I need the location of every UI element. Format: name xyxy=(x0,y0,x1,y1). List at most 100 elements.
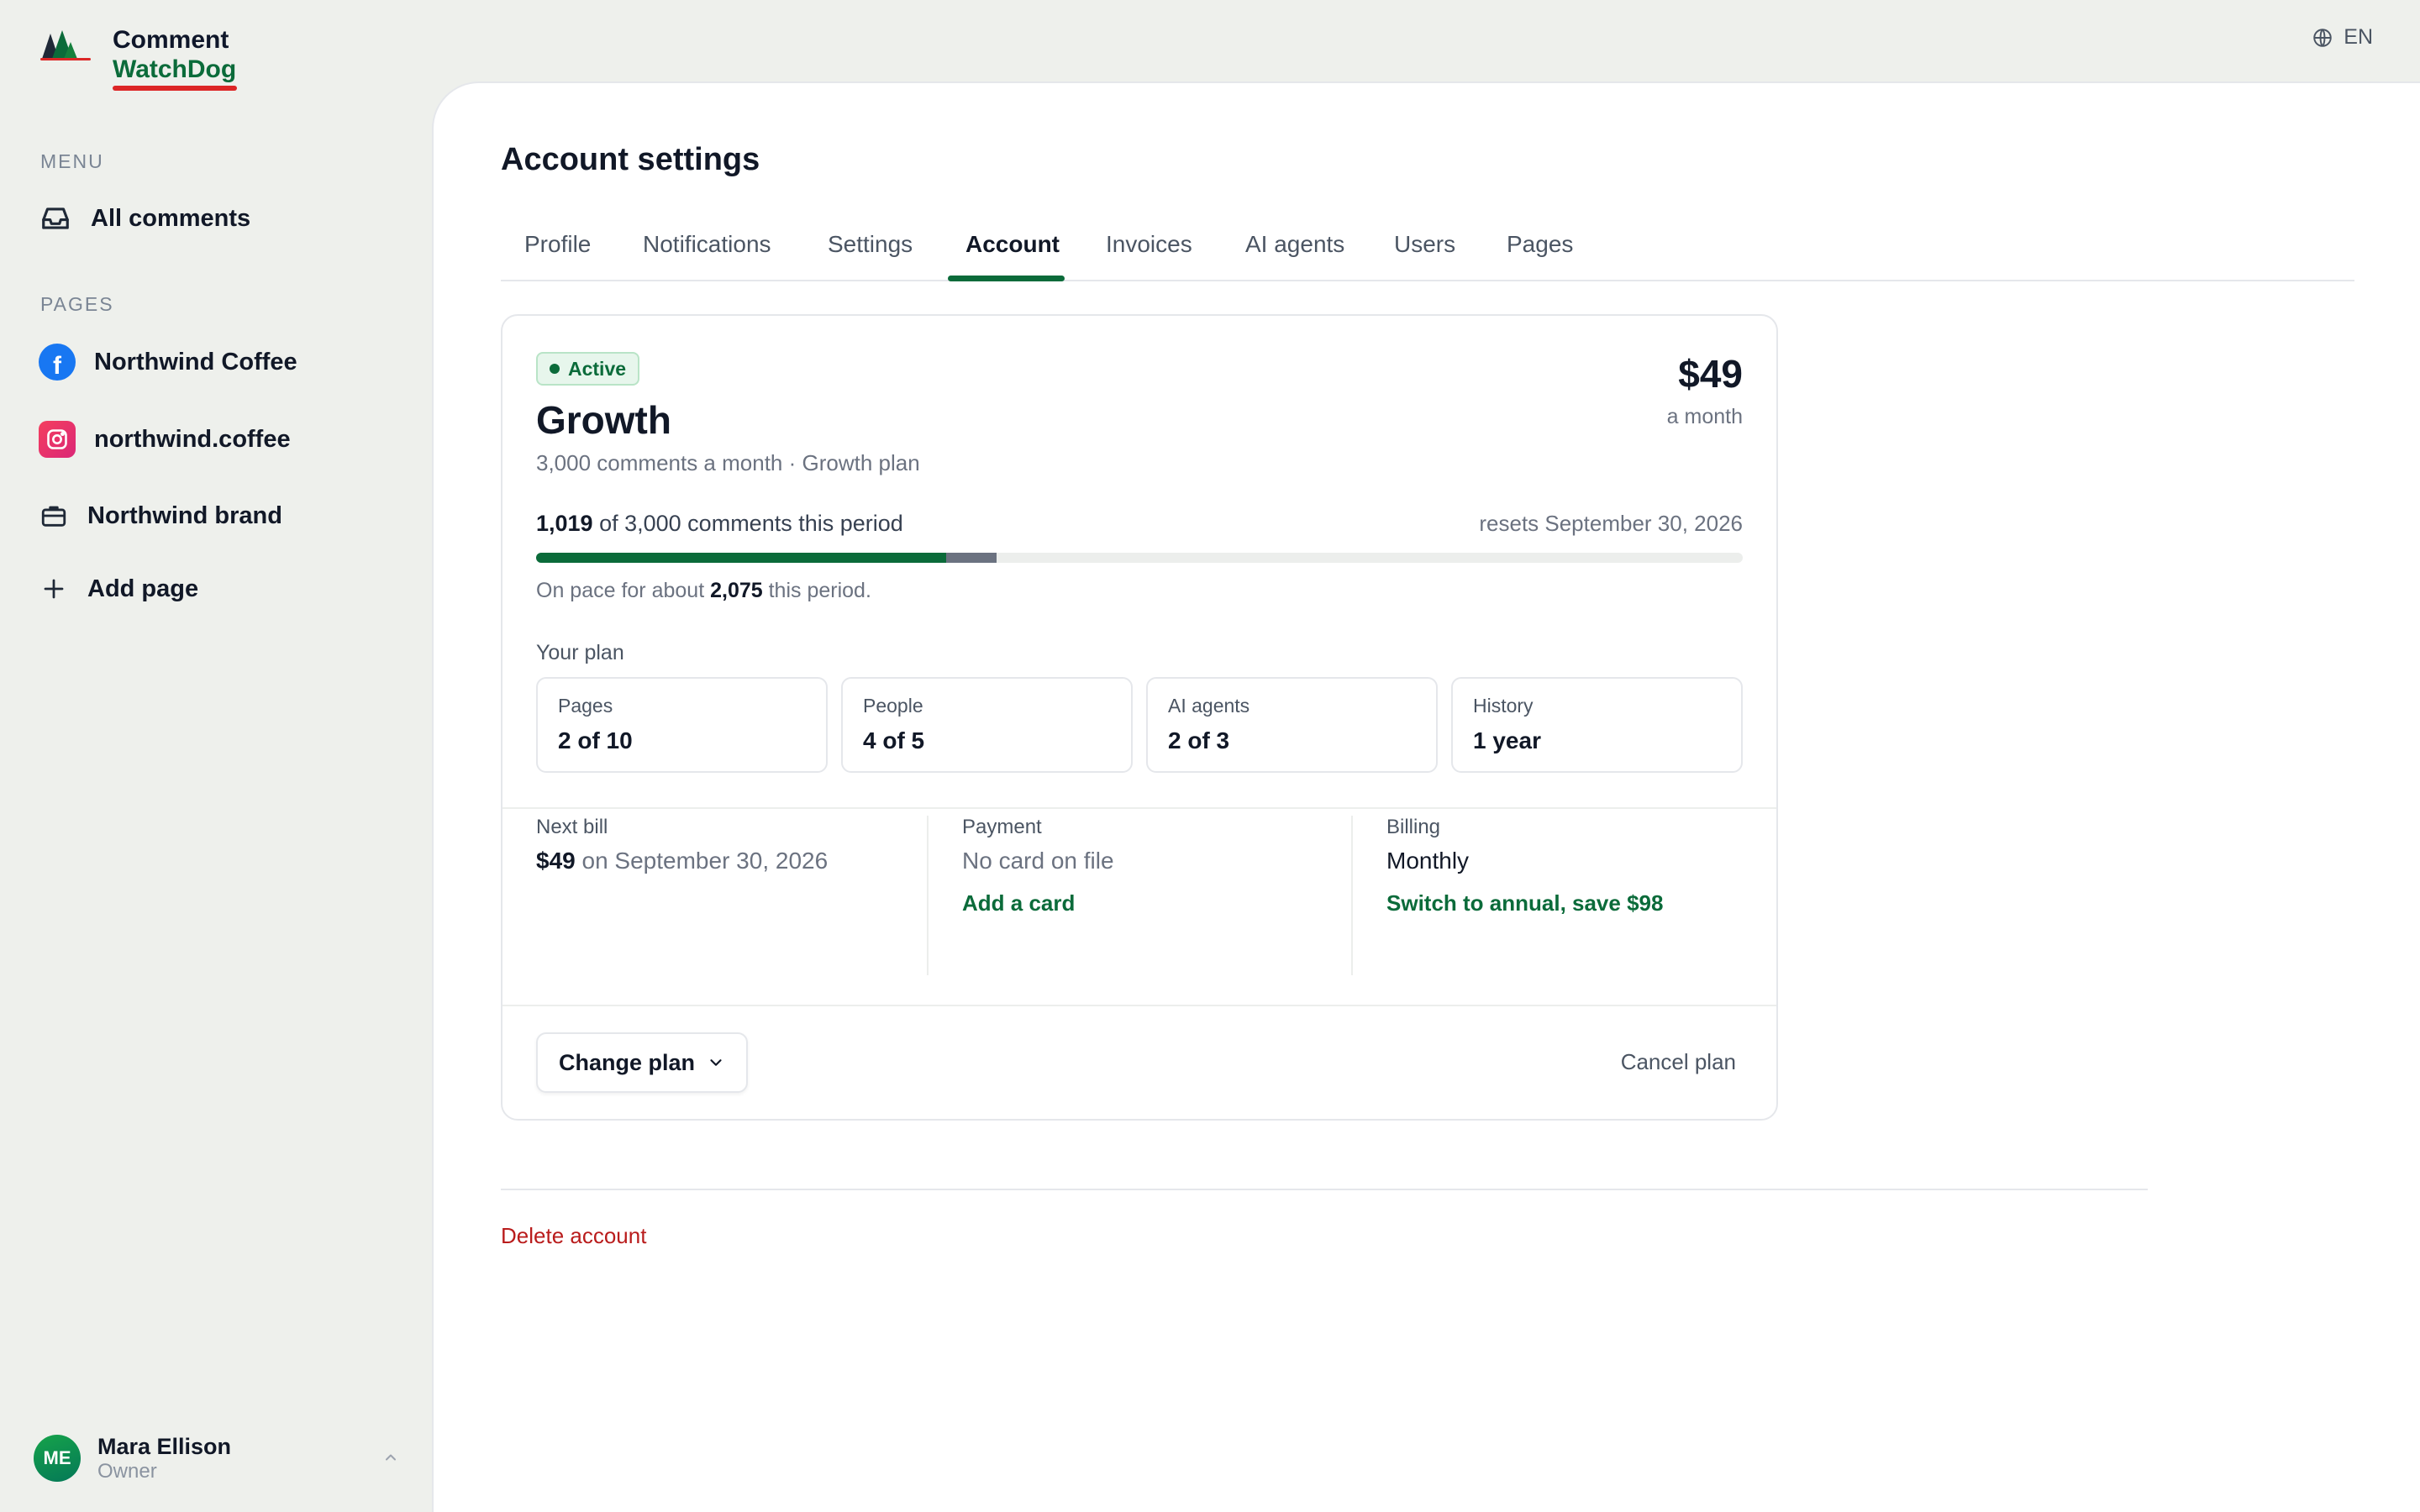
your-plan-label: Your plan xyxy=(536,641,624,664)
usage-reset-date: resets September 30, 2026 xyxy=(1479,511,1743,536)
brand-line1: Comment xyxy=(113,26,229,54)
menu-section-label: MENU xyxy=(40,150,104,172)
stat-pages: Pages 2 of 10 xyxy=(536,677,828,773)
stat-ai-agents: AI agents 2 of 3 xyxy=(1146,677,1438,773)
cancel-plan-button[interactable]: Cancel plan xyxy=(1621,1049,1736,1075)
delete-account-button[interactable]: Delete account xyxy=(501,1223,646,1249)
settings-tabs: Profile Notifications Settings Account I… xyxy=(501,224,2354,281)
tab-profile[interactable]: Profile xyxy=(524,231,591,258)
globe-icon xyxy=(2313,28,2332,47)
usage-text: of 3,000 comments this period xyxy=(599,511,903,536)
pages-section-label: PAGES xyxy=(40,293,114,315)
stat-label: Pages xyxy=(558,695,613,717)
usage-progress-used xyxy=(536,553,946,563)
main-panel: Account settings Profile Notifications S… xyxy=(432,81,2420,1512)
chevron-up-icon[interactable] xyxy=(378,1445,403,1470)
payment-label: Payment xyxy=(962,816,1042,838)
pace-prefix: On pace for about xyxy=(536,579,705,602)
stat-label: AI agents xyxy=(1168,695,1250,717)
card-divider xyxy=(502,1005,1776,1006)
stat-value: 2 of 10 xyxy=(558,727,633,753)
status-dot-icon xyxy=(550,364,560,374)
avatar: ME xyxy=(34,1435,81,1482)
status-badge: Active xyxy=(536,352,640,386)
brand-logo[interactable]: Comment WatchDog xyxy=(39,25,237,91)
chevron-down-icon xyxy=(710,1059,722,1066)
user-role: Owner xyxy=(97,1460,157,1483)
sidebar-item-northwind-coffee[interactable]: f Northwind Coffee xyxy=(39,344,297,381)
plan-name: Growth xyxy=(536,398,671,442)
sidebar-item-label: Northwind Coffee xyxy=(94,348,297,375)
pace-estimate: On pace for about 2,075 this period. xyxy=(536,579,871,603)
plan-period: a month xyxy=(1666,405,1743,428)
next-bill-value: $49 on September 30, 2026 xyxy=(536,848,828,874)
brand-wordmark: Comment WatchDog xyxy=(113,25,237,91)
sidebar: Comment WatchDog MENU All comments PAGES… xyxy=(0,0,432,1512)
stat-value: 4 of 5 xyxy=(863,727,925,753)
usage-summary: 1,019 of 3,000 comments this period xyxy=(536,511,903,537)
plan-stats: Pages 2 of 10 People 4 of 5 AI agents 2 … xyxy=(536,677,1743,773)
page-title: Account settings xyxy=(501,142,760,177)
sidebar-item-label: Northwind brand xyxy=(87,501,282,529)
logo-trees-icon xyxy=(40,30,91,60)
tab-pages[interactable]: Pages xyxy=(1507,231,1573,258)
billing-label: Billing xyxy=(1386,816,1441,838)
language-selector[interactable]: EN xyxy=(2312,25,2373,50)
instagram-icon xyxy=(39,421,76,458)
user-info: Mara Ellison Owner xyxy=(97,1433,231,1483)
sidebar-item-label: Add page xyxy=(87,575,199,602)
add-page-button[interactable]: Add page xyxy=(39,572,198,606)
sidebar-item-northwind-instagram[interactable]: northwind.coffee xyxy=(39,421,291,458)
stat-history: History 1 year xyxy=(1451,677,1743,773)
active-tab-indicator xyxy=(948,276,1065,281)
brand-underline xyxy=(113,86,237,91)
sidebar-item-label: northwind.coffee xyxy=(94,425,291,453)
sidebar-item-label: All comments xyxy=(91,204,251,232)
inbox-icon xyxy=(39,202,72,235)
tab-invoices[interactable]: Invoices xyxy=(1106,231,1192,258)
tab-account[interactable]: Account xyxy=(965,231,1060,258)
section-divider xyxy=(501,1189,2148,1190)
briefcase-icon xyxy=(39,499,69,533)
brand-line2: WatchDog xyxy=(113,55,237,83)
tab-settings[interactable]: Settings xyxy=(828,231,913,258)
usage-count: 1,019 xyxy=(536,511,593,536)
change-plan-label: Change plan xyxy=(558,1049,695,1075)
tab-users[interactable]: Users xyxy=(1394,231,1455,258)
payment-section: Payment No card on file Add a card xyxy=(927,816,1351,975)
stat-value: 2 of 3 xyxy=(1168,727,1230,753)
stat-label: People xyxy=(863,695,923,717)
sidebar-item-all-comments[interactable]: All comments xyxy=(39,202,250,235)
next-bill-section: Next bill $49 on September 30, 2026 xyxy=(502,816,927,975)
status-badge-label: Active xyxy=(568,357,627,380)
add-card-link[interactable]: Add a card xyxy=(962,890,1075,916)
next-bill-label: Next bill xyxy=(536,816,608,838)
user-menu[interactable]: ME Mara Ellison Owner xyxy=(34,1433,403,1483)
stat-value: 1 year xyxy=(1473,727,1541,753)
pace-value: 2,075 xyxy=(710,579,763,602)
next-bill-date: on September 30, 2026 xyxy=(581,848,829,874)
change-plan-button[interactable]: Change plan xyxy=(536,1032,748,1093)
next-bill-amount: $49 xyxy=(536,848,576,874)
plan-description: 3,000 comments a month · Growth plan xyxy=(536,450,920,475)
billing-value: Monthly xyxy=(1386,848,1470,874)
pace-suffix: this period. xyxy=(768,579,871,602)
stat-label: History xyxy=(1473,695,1534,717)
switch-annual-link[interactable]: Switch to annual, save $98 xyxy=(1386,890,1663,916)
usage-progress-projected xyxy=(945,553,997,563)
stat-people: People 4 of 5 xyxy=(841,677,1133,773)
plus-icon xyxy=(39,572,69,606)
tab-notifications[interactable]: Notifications xyxy=(643,231,771,258)
sidebar-item-northwind-brand[interactable]: Northwind brand xyxy=(39,499,282,533)
billing-section: Billing Monthly Switch to annual, save $… xyxy=(1351,816,1776,975)
card-divider xyxy=(502,807,1776,809)
usage-progress-bar xyxy=(536,553,1743,563)
app-root: Comment WatchDog MENU All comments PAGES… xyxy=(0,0,2420,1512)
facebook-icon: f xyxy=(39,344,76,381)
plan-card: Active Growth 3,000 comments a month · G… xyxy=(501,314,1778,1121)
user-name: Mara Ellison xyxy=(97,1434,232,1459)
plan-price: $49 xyxy=(1678,352,1743,396)
tab-ai-agents[interactable]: AI agents xyxy=(1245,231,1344,258)
language-label: EN xyxy=(2344,25,2373,49)
payment-value: No card on file xyxy=(962,848,1114,874)
